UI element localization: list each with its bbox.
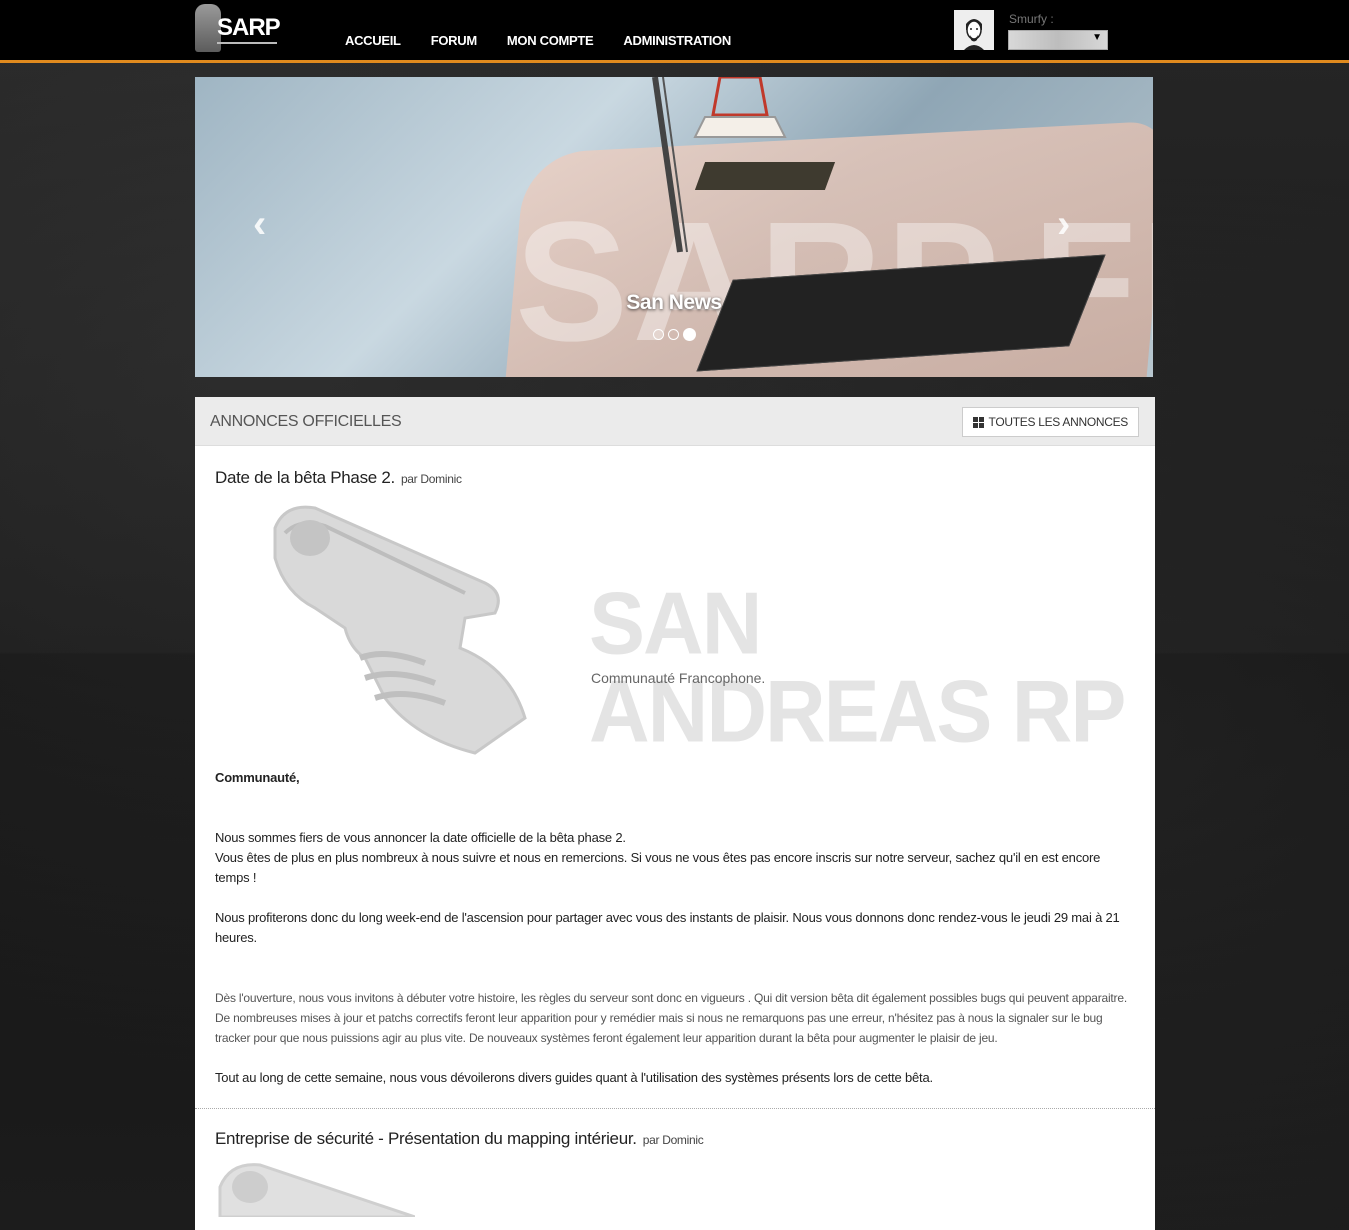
top-navbar: SARP ACCUEIL FORUM MON COMPTE ADMINISTRA…	[0, 0, 1349, 63]
article-banner: SAN ANDREAS RP Communauté Francophone.	[215, 498, 1135, 768]
nav-mon-compte[interactable]: MON COMPTE	[507, 33, 594, 48]
carousel-indicators	[653, 328, 696, 341]
nav-forum[interactable]: FORUM	[431, 33, 477, 48]
article-title-link[interactable]: Date de la bêta Phase 2.	[215, 468, 395, 487]
article-paragraph-2: Nous profiterons donc du long week-end d…	[215, 910, 1120, 945]
gun-hand-icon	[273, 505, 527, 755]
dropdown-caret-icon: ▼	[1092, 32, 1102, 43]
all-announcements-label: TOUTES LES ANNONCES	[988, 415, 1129, 429]
all-announcements-button[interactable]: TOUTES LES ANNONCES	[961, 407, 1139, 437]
banner-title: SAN ANDREAS RP	[589, 573, 1126, 761]
site-logo[interactable]: SARP	[195, 4, 285, 54]
carousel-next-icon[interactable]: ›	[1057, 202, 1070, 247]
banner-subtitle: Communauté Francophone.	[591, 670, 766, 686]
article-title-link[interactable]: Entreprise de sécurité - Présentation du…	[215, 1129, 637, 1148]
grid-icon	[972, 416, 984, 428]
user-avatar-icon	[954, 10, 994, 50]
article-body: Communauté, Nous sommes fiers de vous an…	[215, 768, 1135, 1088]
article-2: Entreprise de sécurité - Présentation du…	[195, 1129, 1155, 1222]
username-label: Smurfy :	[1009, 12, 1054, 26]
article-paragraph-3: Dès l'ouverture, nous vous invitons à dé…	[215, 991, 1127, 1045]
carousel-dot-1[interactable]	[653, 329, 664, 340]
nav-accueil[interactable]: ACCUEIL	[345, 33, 401, 48]
avatar[interactable]	[954, 10, 994, 50]
article-title: Entreprise de sécurité - Présentation du…	[215, 1129, 1135, 1149]
panel-title: ANNONCES OFFICIELLES	[210, 413, 402, 430]
article-paragraph-1a: Nous sommes fiers de vous annoncer la da…	[215, 830, 626, 845]
article-paragraph-4: Tout au long de cette semaine, nous vous…	[215, 1070, 933, 1085]
gun-hand-icon	[218, 1163, 416, 1219]
carousel-roof-shape	[694, 162, 836, 190]
carousel-prev-icon[interactable]: ‹	[253, 202, 266, 247]
announcements-panel: ANNONCES OFFICIELLES TOUTES LES ANNONCES…	[195, 397, 1155, 1230]
article-greeting: Communauté,	[215, 770, 300, 785]
logo-underline	[217, 42, 277, 44]
main-nav: ACCUEIL FORUM MON COMPTE ADMINISTRATION	[345, 33, 761, 48]
user-menu-dropdown[interactable]: ▼	[1008, 30, 1108, 50]
article-1: Date de la bêta Phase 2. par Dominic SAN …	[195, 468, 1155, 1088]
news-carousel: SARP.FR ‹ › San News	[195, 77, 1153, 377]
article-author: par Dominic	[642, 1133, 704, 1147]
article-author: par Dominic	[400, 472, 462, 486]
carousel-dot-3[interactable]	[683, 328, 696, 341]
carousel-dot-2[interactable]	[668, 329, 679, 340]
carousel-caption: San News	[626, 291, 722, 314]
article-paragraph-1b: Vous êtes de plus en plus nombreux à nou…	[215, 850, 1101, 885]
logo-text: SARP	[217, 14, 281, 41]
article-separator	[195, 1108, 1155, 1109]
nav-administration[interactable]: ADMINISTRATION	[623, 33, 731, 48]
article-title: Date de la bêta Phase 2. par Dominic	[215, 468, 1135, 488]
panel-header: ANNONCES OFFICIELLES TOUTES LES ANNONCES	[195, 397, 1155, 446]
